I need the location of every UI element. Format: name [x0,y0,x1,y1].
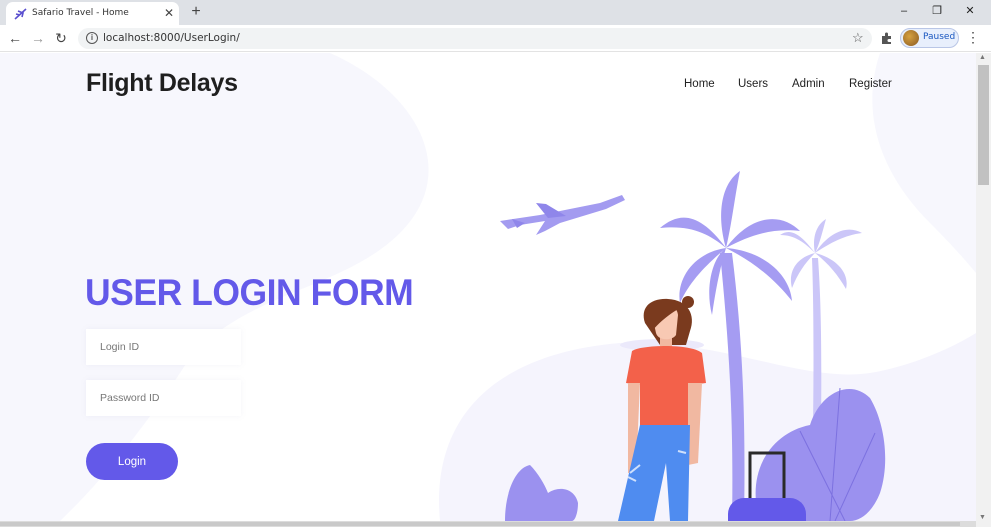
vertical-scrollbar[interactable]: ▲ ▼ [976,53,991,527]
restore-icon[interactable]: ❐ [927,3,947,19]
browser-toolbar: ← → ↻ i localhost:8000/UserLogin/ ☆ Paus… [0,25,991,52]
horizontal-scroll-thumb[interactable] [0,522,960,526]
scroll-down-arrow-icon[interactable]: ▼ [979,514,986,521]
nav-register-link[interactable]: Register [849,78,892,90]
nav-users-link[interactable]: Users [738,78,768,90]
site-brand[interactable]: Flight Delays [86,69,238,98]
login-id-field [86,329,241,365]
puzzle-icon[interactable] [880,31,894,45]
page-content: Flight Delays Home Users Admin Register … [0,53,976,521]
password-input[interactable] [86,380,241,416]
tab-close-icon[interactable]: ✕ [162,6,176,20]
password-field [86,380,241,416]
login-button[interactable]: Login [86,443,178,480]
profile-status: Paused [923,32,956,42]
airplane-icon [500,195,625,235]
address-bar[interactable]: i localhost:8000/UserLogin/ ☆ [78,28,872,49]
new-tab-icon[interactable]: + [188,3,204,21]
minimize-icon[interactable]: – [894,3,914,19]
tab-title: Safario Travel - Home [32,8,129,18]
page-title: USER LOGIN FORM [85,272,414,313]
star-icon[interactable]: ☆ [852,30,864,46]
window-close-icon[interactable]: ✕ [960,3,980,19]
browser-tab-strip: Safario Travel - Home ✕ + – ❐ ✕ [0,0,991,25]
login-id-input[interactable] [86,329,241,365]
url-text[interactable]: localhost:8000/UserLogin/ [103,32,240,44]
reload-icon[interactable]: ↻ [52,29,70,47]
back-icon[interactable]: ← [6,29,24,47]
scroll-thumb[interactable] [978,65,989,185]
browser-tab[interactable]: Safario Travel - Home ✕ [6,2,179,25]
kebab-menu-icon[interactable]: ⋮ [966,29,980,46]
scroll-up-arrow-icon[interactable]: ▲ [979,54,986,61]
plane-favicon-icon [14,8,27,20]
info-icon[interactable]: i [86,32,98,44]
profile-button[interactable]: Paused [900,28,959,48]
nav-admin-link[interactable]: Admin [792,78,825,90]
forward-icon[interactable]: → [29,29,47,47]
horizontal-scrollbar[interactable] [0,521,976,527]
nav-home-link[interactable]: Home [684,78,715,90]
avatar [903,30,919,46]
